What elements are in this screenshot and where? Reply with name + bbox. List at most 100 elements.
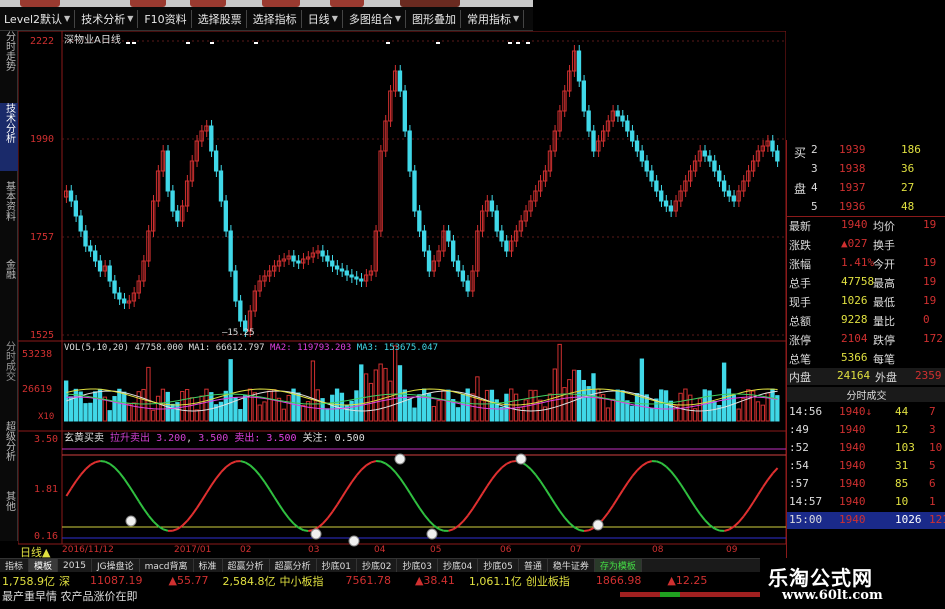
tab-other[interactable]: 其他 [0, 491, 18, 521]
trades-title: 分时成交 [846, 391, 887, 402]
ticker-index[interactable]: 创业板指 [526, 573, 570, 589]
vol-tick: 53238 [22, 349, 53, 360]
volume-bar [281, 408, 287, 422]
volume-bar [257, 404, 262, 422]
indicator-line [462, 514, 469, 522]
menu-label: 常用指标 [467, 12, 511, 26]
candle-body [731, 195, 736, 202]
bottom-tab[interactable]: 抄底02 [357, 558, 398, 573]
tab-volume-side[interactable]: 分时成交 [0, 341, 18, 401]
trade-row: :54 1940 31 5 [787, 458, 945, 475]
menu-item[interactable]: 多图组合 ▼ [345, 9, 406, 28]
trade-price: 1940 [839, 441, 866, 454]
trade-row: 14:56 1940↓ 44 7 [787, 404, 945, 421]
menu-item[interactable]: Level2默认 ▼ [0, 9, 76, 28]
bottom-tab[interactable]: 指标 [0, 558, 30, 573]
bottom-tab[interactable]: 超赢分析 [223, 558, 270, 573]
quote-label: 最低 [873, 296, 895, 309]
tab-label: 超级分析 [3, 421, 15, 461]
menu-label: 日线 [307, 12, 330, 26]
title-tab[interactable] [130, 0, 166, 7]
bottom-tab[interactable]: macd背离 [140, 558, 194, 573]
indicator-line [757, 486, 764, 495]
tab-technical[interactable]: 技术分析 [0, 103, 18, 171]
indicator-line [491, 472, 498, 480]
volume-bar [349, 400, 354, 422]
title-tab[interactable] [20, 0, 60, 7]
indicator-line [724, 528, 730, 532]
bottom-tab[interactable]: 标准 [194, 558, 223, 573]
bottom-tab[interactable]: 抄底05 [478, 558, 519, 573]
quote-row: 涨跌 ▲027 换手 [787, 236, 945, 253]
tab-fundamentals[interactable]: 基本资料 [0, 181, 18, 251]
kline-chart[interactable] [18, 31, 786, 558]
quote-label: 跌停 [873, 334, 895, 347]
volume-bar [731, 394, 736, 422]
indicator-line [665, 465, 672, 473]
chevron-down-icon: ▼ [127, 14, 134, 23]
volume-bar [770, 388, 775, 422]
quote-label: 最新 [789, 220, 811, 233]
indicator-line [525, 464, 532, 470]
quote-label: 总额 [789, 315, 811, 328]
bottom-tab[interactable]: 模板 [29, 558, 59, 573]
bottom-tab[interactable]: 超赢分析 [270, 558, 317, 573]
bottom-tab[interactable]: 稳牛证券 [548, 558, 595, 573]
indicator-line [762, 479, 769, 488]
menu-label: 选择指标 [252, 12, 297, 26]
ticker-index[interactable]: 中小板指 [279, 573, 323, 589]
candle-body [175, 210, 180, 222]
volume-bar [88, 402, 93, 422]
indicator-line [506, 460, 512, 465]
title-tab[interactable] [400, 0, 460, 7]
menu-item[interactable]: 选择股票 [194, 9, 247, 28]
bottom-tab[interactable]: 抄底03 [397, 558, 438, 573]
tab-finance[interactable]: 金融 [0, 259, 18, 299]
menu-item[interactable]: 选择指标 [249, 9, 302, 28]
indicator-line [196, 499, 203, 509]
candle-body [460, 270, 466, 282]
volume-bar [194, 409, 199, 422]
ticker-value: 1866.98 [595, 574, 642, 587]
inner-outer: 内盘 24164 外盘 2359 [787, 368, 945, 385]
title-tab[interactable] [330, 0, 364, 7]
menu-item[interactable]: 日线 ▼ [304, 9, 343, 28]
volume-bar [760, 404, 765, 422]
candle-body [73, 200, 79, 217]
bottom-tab[interactable]: JG操盘论 [92, 558, 140, 573]
volume-bar [330, 394, 335, 422]
quote-label: 总笔 [789, 353, 811, 366]
bottom-tab[interactable]: 2015 [58, 558, 92, 573]
indicator-line [457, 520, 464, 527]
order-volume: 27 [901, 181, 915, 194]
candle-body [296, 260, 301, 264]
menu-item[interactable]: 常用指标 ▼ [463, 9, 525, 28]
title-tab[interactable] [262, 0, 300, 7]
indicator-line [90, 461, 96, 466]
ticker-index[interactable]: 深 [59, 573, 70, 589]
menu-item[interactable]: 图形叠加 [408, 9, 461, 28]
date-tick: 2016/11/12 [62, 545, 114, 555]
indicator-line [100, 460, 106, 463]
tab-intraday[interactable]: 分时走势 [0, 31, 18, 101]
menu-item[interactable]: F10资料 [140, 9, 192, 28]
indicator-line [225, 462, 232, 468]
indicator-line [370, 460, 377, 464]
bottom-tab[interactable]: 抄底04 [438, 558, 479, 573]
bottom-tab[interactable]: 抄底01 [317, 558, 358, 573]
candle-body [93, 250, 98, 262]
indicator-line [380, 460, 387, 465]
candle-body [397, 70, 403, 92]
tab-super-analysis[interactable]: 超级分析 [0, 421, 18, 471]
bottom-tab[interactable]: 普通 [519, 558, 548, 573]
volume-bar [180, 390, 185, 422]
trades-header[interactable]: 分时成交 [787, 387, 945, 402]
title-tab[interactable] [190, 0, 226, 7]
indicator-line [143, 508, 150, 517]
volume-bar [533, 389, 538, 422]
smiley-icon [426, 528, 438, 540]
bottom-tab[interactable]: 存为模板 [594, 558, 642, 573]
menu-item[interactable]: 技术分析 ▼ [77, 9, 139, 28]
candle-body [238, 300, 243, 322]
indicator-line [240, 460, 246, 464]
